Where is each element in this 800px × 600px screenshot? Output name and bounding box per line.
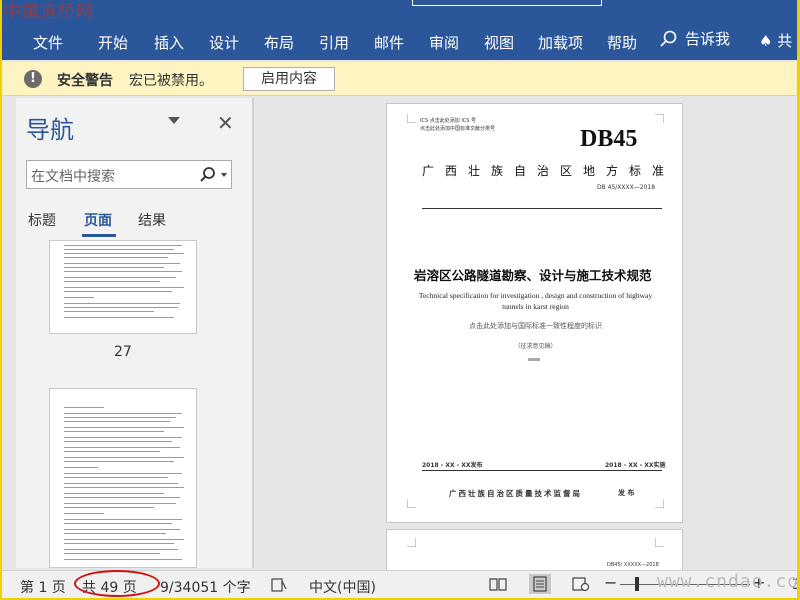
corner-mark <box>407 114 416 123</box>
tab-view[interactable]: 视图 <box>484 32 514 53</box>
lightbulb-search-icon <box>660 30 677 47</box>
page-indicator[interactable]: 第 1 页 <box>20 577 66 597</box>
security-message: 宏已被禁用。 <box>129 73 213 89</box>
tab-insert[interactable]: 插入 <box>154 32 184 53</box>
tab-headings[interactable]: 标题 <box>28 210 56 230</box>
corner-mark <box>655 538 664 547</box>
nav-search-input[interactable]: 在文档中搜索 <box>26 160 232 189</box>
draft-label: （征求意见稿） <box>514 343 557 350</box>
language-indicator[interactable]: 中文(中国) <box>309 577 376 597</box>
publisher: 广西壮族自治区质量技术监督局 <box>449 489 582 498</box>
user-icon: ♠ <box>759 32 773 50</box>
print-layout-icon[interactable] <box>529 574 551 594</box>
read-mode-icon[interactable] <box>489 576 507 592</box>
tab-pages[interactable]: 页面 <box>84 210 112 230</box>
title-box <box>412 0 602 6</box>
bottom-watermark: www.cndao.com <box>657 571 797 592</box>
security-title: 安全警告 <box>57 73 113 89</box>
standard-number: DB 45/XXXX—2018 <box>597 184 656 191</box>
word-window: 中国道桥网 文件 开始 插入 设计 布局 引用 邮件 审阅 视图 加载项 帮助 … <box>2 0 797 598</box>
zoom-slider-thumb[interactable] <box>635 577 639 591</box>
share-button[interactable]: ♠ 共 <box>759 30 792 51</box>
chevron-down-icon[interactable] <box>168 117 180 124</box>
tab-references[interactable]: 引用 <box>319 32 349 53</box>
tab-results[interactable]: 结果 <box>138 210 166 230</box>
tab-home[interactable]: 开始 <box>98 32 128 53</box>
standard-region: 广西壮族自治区地方标准 <box>422 164 676 178</box>
tab-review[interactable]: 审阅 <box>429 32 459 53</box>
tell-me-box[interactable]: 告诉我 <box>659 28 730 49</box>
tell-me-label: 告诉我 <box>685 30 731 48</box>
ics-number: ICS 点击此处添加 ICS 号 <box>420 118 477 124</box>
site-watermark: 中国道桥网 <box>4 2 94 22</box>
active-tab-indicator <box>82 234 116 237</box>
warning-icon: ! <box>24 70 42 88</box>
word-count[interactable]: 9/34051 个字 <box>160 577 251 597</box>
title-bar <box>2 0 797 12</box>
navigation-pane: 导航 ✕ 在文档中搜索 标题 页面 结果 27 <box>16 98 252 568</box>
search-icon[interactable] <box>197 164 219 186</box>
tab-design[interactable]: 设计 <box>209 32 239 53</box>
document-title-english: Technical specification for investigatio… <box>418 291 653 311</box>
enable-content-button[interactable]: 启用内容 <box>243 67 335 91</box>
highlight-circle <box>74 570 160 597</box>
standard-code: DB45 <box>580 126 638 152</box>
share-label: 共 <box>777 32 793 50</box>
blank-mark <box>528 358 540 361</box>
footer-rule <box>422 470 662 471</box>
document-page-1[interactable]: ICS 点击此处添加 ICS 号 点击此处添加中国标准文献分类号 DB45 广西… <box>386 103 683 523</box>
tab-help[interactable]: 帮助 <box>607 32 637 53</box>
search-options-icon[interactable] <box>221 173 227 177</box>
issue-date: 2018 - XX - XX发布 <box>422 462 483 469</box>
page-thumbnail-28[interactable] <box>49 388 197 568</box>
tab-layout[interactable]: 布局 <box>264 32 294 53</box>
zoom-out-button[interactable]: − <box>604 573 617 592</box>
proofing-icon[interactable] <box>270 577 288 597</box>
nav-title: 导航 <box>26 116 74 144</box>
ribbon-menu: 文件 开始 插入 设计 布局 引用 邮件 审阅 视图 加载项 帮助 告诉我 ♠ … <box>2 12 797 60</box>
consistency-note: 点击此处添加与国际标准一致性程度的标识 <box>469 322 602 330</box>
corner-mark <box>407 499 416 508</box>
close-icon[interactable]: ✕ <box>217 111 234 135</box>
corner-mark <box>407 538 416 547</box>
search-placeholder: 在文档中搜索 <box>31 169 115 185</box>
web-layout-icon[interactable] <box>572 576 590 592</box>
page-thumbnail-27[interactable] <box>49 240 197 334</box>
tab-file[interactable]: 文件 <box>33 32 63 53</box>
tab-addins[interactable]: 加载项 <box>538 32 583 53</box>
corner-mark <box>655 499 664 508</box>
pane-splitter[interactable] <box>252 98 254 568</box>
header-rule <box>422 208 662 209</box>
tab-mailings[interactable]: 邮件 <box>374 32 404 53</box>
security-warning-bar: ! 安全警告 宏已被禁用。 启用内容 <box>2 62 797 96</box>
thumbnail-page-number: 27 <box>114 344 132 360</box>
classification-number: 点击此处添加中国标准文献分类号 <box>420 126 496 132</box>
publish-label: 发 布 <box>618 489 635 497</box>
document-title: 岩溶区公路隧道勘察、设计与施工技术规范 <box>414 268 652 283</box>
corner-mark <box>655 114 664 123</box>
page2-header-number: DB45/ XXXXX—2018 <box>607 562 659 568</box>
implement-date: 2018 - XX - XX实施 <box>605 462 666 469</box>
